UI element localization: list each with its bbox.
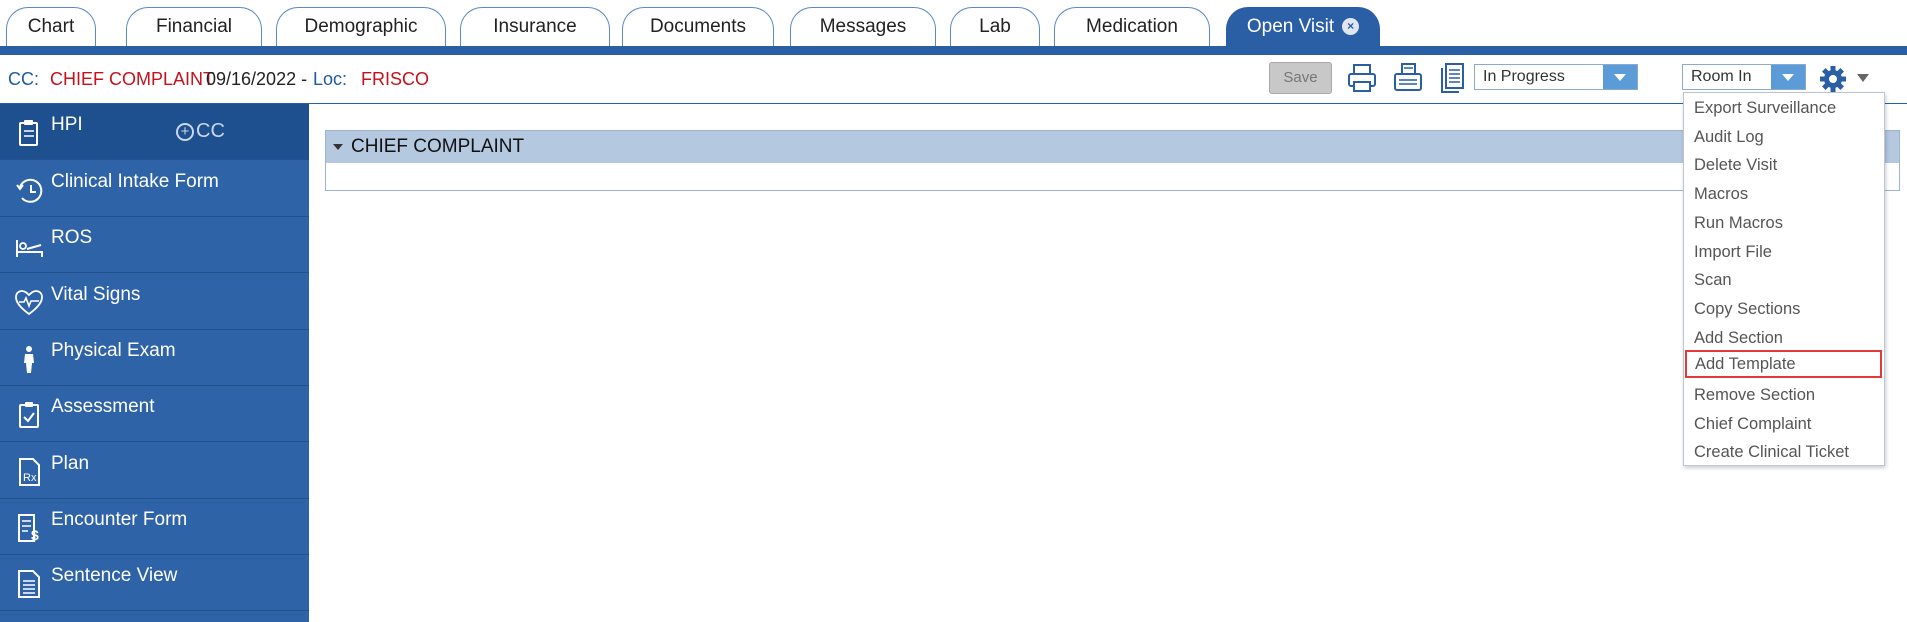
add-cc-label: CC xyxy=(196,120,225,142)
chevron-down-icon[interactable] xyxy=(1603,65,1637,89)
sidebar-item-ros[interactable]: ROS xyxy=(0,217,309,273)
svg-text:Rx: Rx xyxy=(23,472,37,484)
cc-label: CC: xyxy=(8,69,39,89)
chief-complaint-section: CHIEF COMPLAINT xyxy=(325,130,1900,191)
caret-down-icon[interactable] xyxy=(1855,72,1871,84)
tab-insurance[interactable]: Insurance xyxy=(460,7,610,46)
menu-item-run-macros[interactable]: Run Macros xyxy=(1684,209,1884,237)
room-value: Room In xyxy=(1691,68,1752,85)
visit-status-select[interactable]: In Progress xyxy=(1474,64,1638,90)
settings-dropdown-menu: Export Surveillance Audit Log Delete Vis… xyxy=(1683,92,1885,466)
chief-complaint-text: CHIEF COMPLAINT xyxy=(50,69,215,89)
menu-item-add-template[interactable]: Add Template xyxy=(1685,350,1882,378)
close-icon[interactable]: × xyxy=(1342,18,1360,35)
chevron-down-icon[interactable] xyxy=(1771,65,1805,89)
sidebar-item-plan[interactable]: Rx Plan xyxy=(0,443,309,499)
fax-icon[interactable] xyxy=(1391,61,1425,95)
collapse-triangle-icon[interactable] xyxy=(333,144,343,150)
sidebar-item-physical-exam[interactable]: Physical Exam xyxy=(0,330,309,386)
menu-item-scan[interactable]: Scan xyxy=(1684,266,1884,294)
tab-open-visit-label: Open Visit xyxy=(1246,16,1335,37)
svg-text:$: $ xyxy=(31,527,39,543)
menu-item-export-surveillance[interactable]: Export Surveillance xyxy=(1684,94,1884,122)
sidebar-item-vital-signs[interactable]: Vital Signs xyxy=(0,274,309,330)
sidebar-item-label: Physical Exam xyxy=(51,340,176,361)
person-icon xyxy=(24,346,34,373)
room-select[interactable]: Room In xyxy=(1682,64,1806,90)
clipboard-icon xyxy=(19,120,38,146)
documents-icon[interactable] xyxy=(1437,61,1471,95)
menu-item-audit-log[interactable]: Audit Log xyxy=(1684,123,1884,151)
tab-messages[interactable]: Messages xyxy=(790,7,936,46)
tab-lab[interactable]: Lab xyxy=(950,7,1040,46)
heartbeat-icon xyxy=(15,290,43,316)
sidebar-item-label: ROS xyxy=(51,227,93,248)
sidebar: HPI + CC Clinical Intake Form ROS Vital S… xyxy=(0,104,309,622)
printer-icon[interactable] xyxy=(1345,61,1379,95)
visit-status-value: In Progress xyxy=(1483,68,1565,85)
sidebar-item-label: Clinical Intake Form xyxy=(51,171,219,192)
loc-label: Loc: xyxy=(313,69,348,89)
menu-item-remove-section[interactable]: Remove Section xyxy=(1684,381,1884,409)
sidebar-item-label: Encounter Form xyxy=(51,509,188,530)
section-title: CHIEF COMPLAINT xyxy=(351,136,525,157)
section-header[interactable]: CHIEF COMPLAINT xyxy=(326,131,1899,163)
tab-financial[interactable]: Financial xyxy=(126,7,262,46)
tab-demographic[interactable]: Demographic xyxy=(276,7,446,46)
sidebar-item-hpi[interactable]: HPI + CC xyxy=(0,104,309,160)
menu-item-delete-visit[interactable]: Delete Visit xyxy=(1684,151,1884,179)
sidebar-item-assessment[interactable]: Assessment xyxy=(0,386,309,442)
tab-open-visit[interactable]: Open Visit × xyxy=(1226,7,1380,46)
tab-documents[interactable]: Documents xyxy=(622,7,774,46)
gear-icon[interactable] xyxy=(1818,64,1848,94)
sidebar-item-label: Assessment xyxy=(51,396,155,417)
document-lines-icon xyxy=(18,570,40,598)
clock-icon xyxy=(16,178,43,203)
clipboard-check-icon xyxy=(19,402,39,428)
plus-circle-icon: + xyxy=(176,123,194,141)
menu-item-macros[interactable]: Macros xyxy=(1684,180,1884,208)
menu-item-add-section[interactable]: Add Section xyxy=(1684,324,1884,352)
sidebar-item-encounter-form[interactable]: $ Encounter Form xyxy=(0,499,309,555)
sidebar-item-clinical-intake-form[interactable]: Clinical Intake Form xyxy=(0,161,309,217)
menu-item-chief-complaint[interactable]: Chief Complaint xyxy=(1684,410,1884,438)
tab-chart[interactable]: Chart xyxy=(6,7,96,46)
sidebar-item-sentence-view[interactable]: Sentence View xyxy=(0,555,309,611)
sidebar-item-label: Vital Signs xyxy=(51,284,141,305)
save-button[interactable]: Save xyxy=(1269,62,1332,94)
menu-item-copy-sections[interactable]: Copy Sections xyxy=(1684,295,1884,323)
sidebar-item-label: HPI xyxy=(51,114,83,135)
dollar-document-icon: $ xyxy=(18,514,39,543)
visit-header: CC: CHIEF COMPLAINT 09/16/2022 - Loc: FR… xyxy=(0,55,1907,104)
sidebar-item-label: Plan xyxy=(51,453,90,474)
menu-item-import-file[interactable]: Import File xyxy=(1684,238,1884,266)
rx-icon: Rx xyxy=(19,458,40,486)
tab-medication[interactable]: Medication xyxy=(1054,7,1210,46)
tab-bar: Chart Financial Demographic Insurance Do… xyxy=(0,0,1907,46)
bed-icon xyxy=(16,240,43,257)
sidebar-item-label: Sentence View xyxy=(51,565,178,586)
location-text: FRISCO xyxy=(361,69,430,89)
tab-underline xyxy=(0,46,1907,55)
add-cc-button[interactable]: + CC xyxy=(176,120,225,143)
menu-item-create-clinical-ticket[interactable]: Create Clinical Ticket xyxy=(1684,438,1884,466)
visit-date: 09/16/2022 - xyxy=(206,69,308,89)
